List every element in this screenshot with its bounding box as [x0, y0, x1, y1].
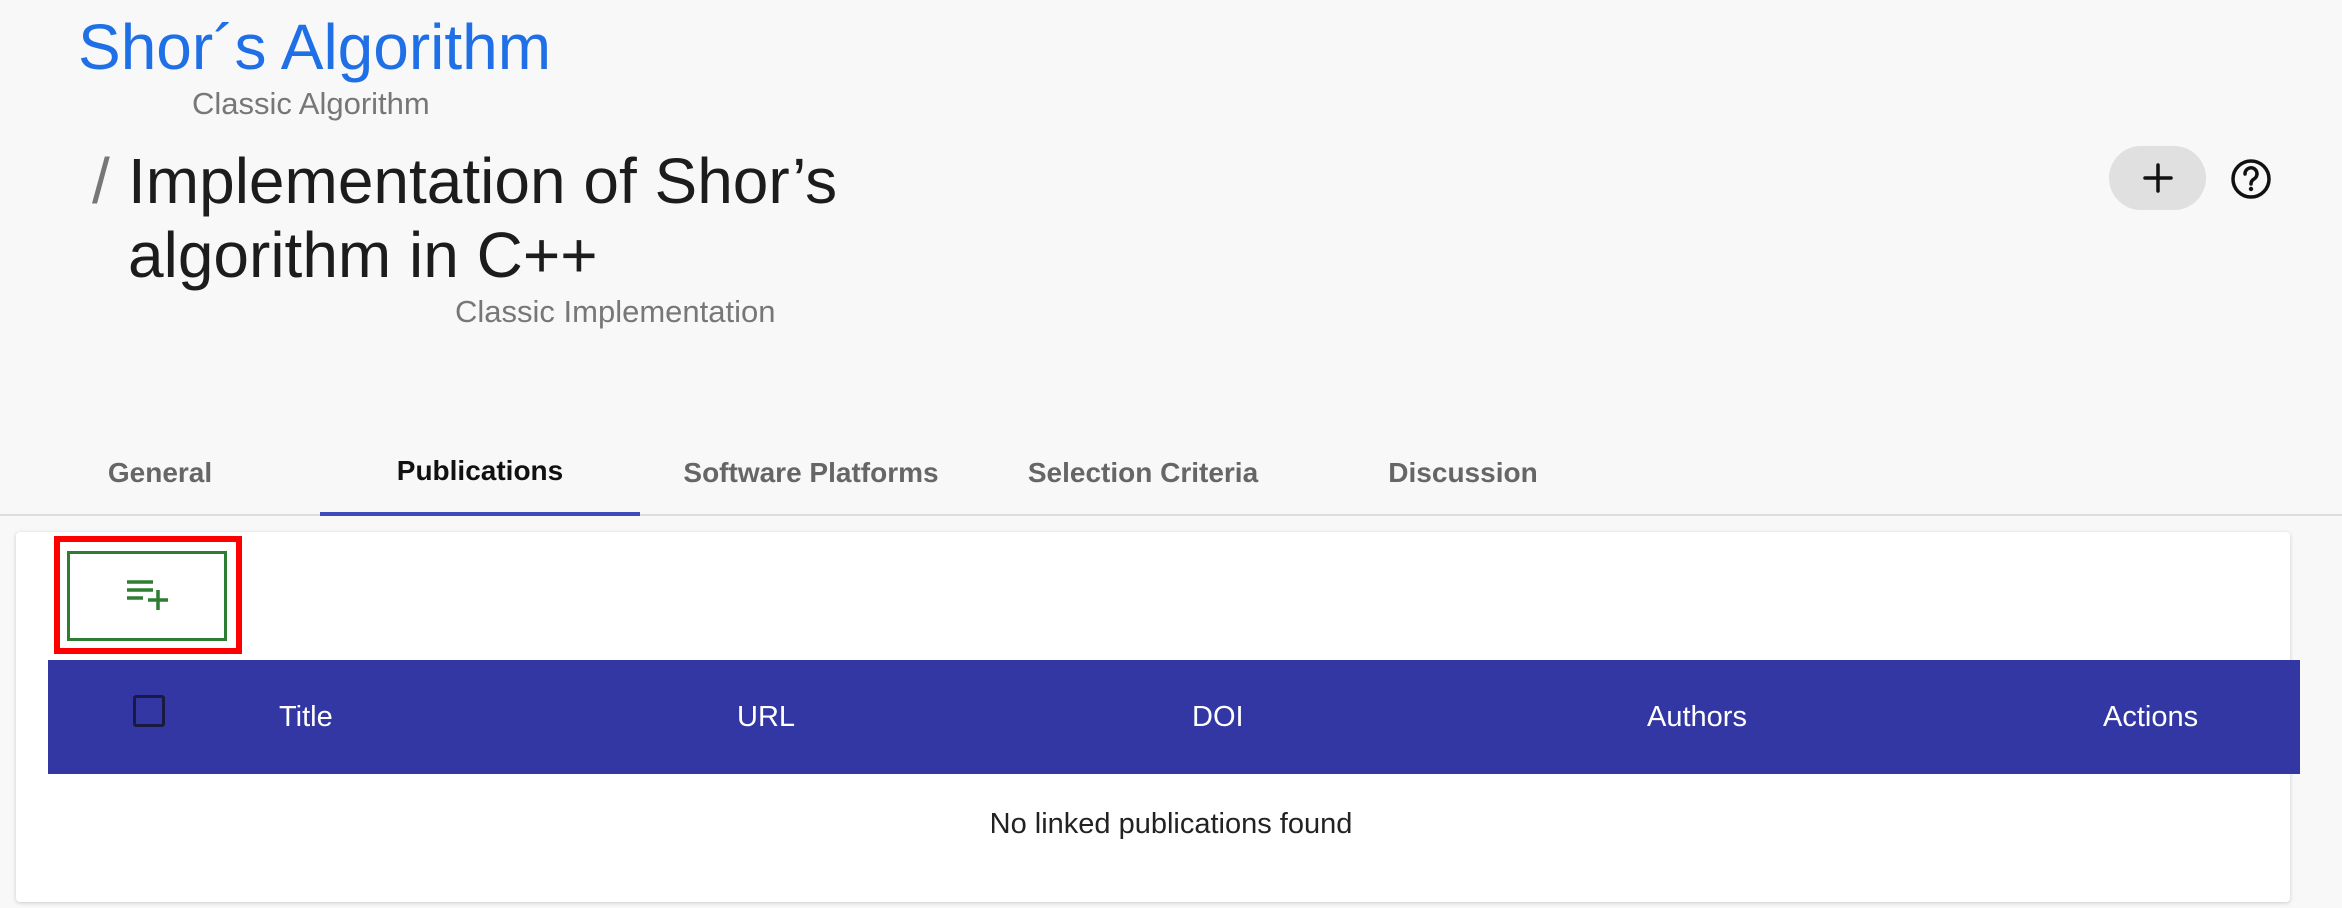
column-authors[interactable]: Authors — [1647, 660, 1747, 774]
table-header: Title URL DOI Authors Actions — [48, 660, 2300, 774]
tab-general[interactable]: General — [0, 430, 320, 516]
algorithm-title-link[interactable]: Shor´s Algorithm — [78, 10, 551, 84]
tab-selection-criteria[interactable]: Selection Criteria — [983, 430, 1303, 516]
implementation-subtitle: Classic Implementation — [455, 294, 776, 329]
algorithm-subtitle: Classic Algorithm — [192, 86, 430, 121]
empty-table-message: No linked publications found — [989, 808, 1353, 840]
add-button[interactable] — [2109, 146, 2206, 210]
plus-icon — [2142, 163, 2173, 193]
select-all-checkbox[interactable] — [133, 695, 165, 727]
column-doi[interactable]: DOI — [1192, 660, 1244, 774]
highlight-box — [54, 536, 242, 654]
tab-publications[interactable]: Publications — [320, 430, 640, 516]
column-url[interactable]: URL — [737, 660, 795, 774]
column-title[interactable]: Title — [279, 660, 333, 774]
tab-discussion[interactable]: Discussion — [1303, 430, 1623, 516]
breadcrumb-separator: / — [92, 145, 110, 217]
help-circle-icon — [2231, 159, 2271, 199]
help-button[interactable] — [2229, 157, 2273, 201]
column-actions: Actions — [2103, 700, 2199, 733]
tab-software-platforms[interactable]: Software Platforms — [651, 430, 971, 516]
page-title: Implementation of Shor’s algorithm in C+… — [128, 145, 838, 291]
tab-bar: General Publications Software Platforms … — [0, 430, 2342, 516]
